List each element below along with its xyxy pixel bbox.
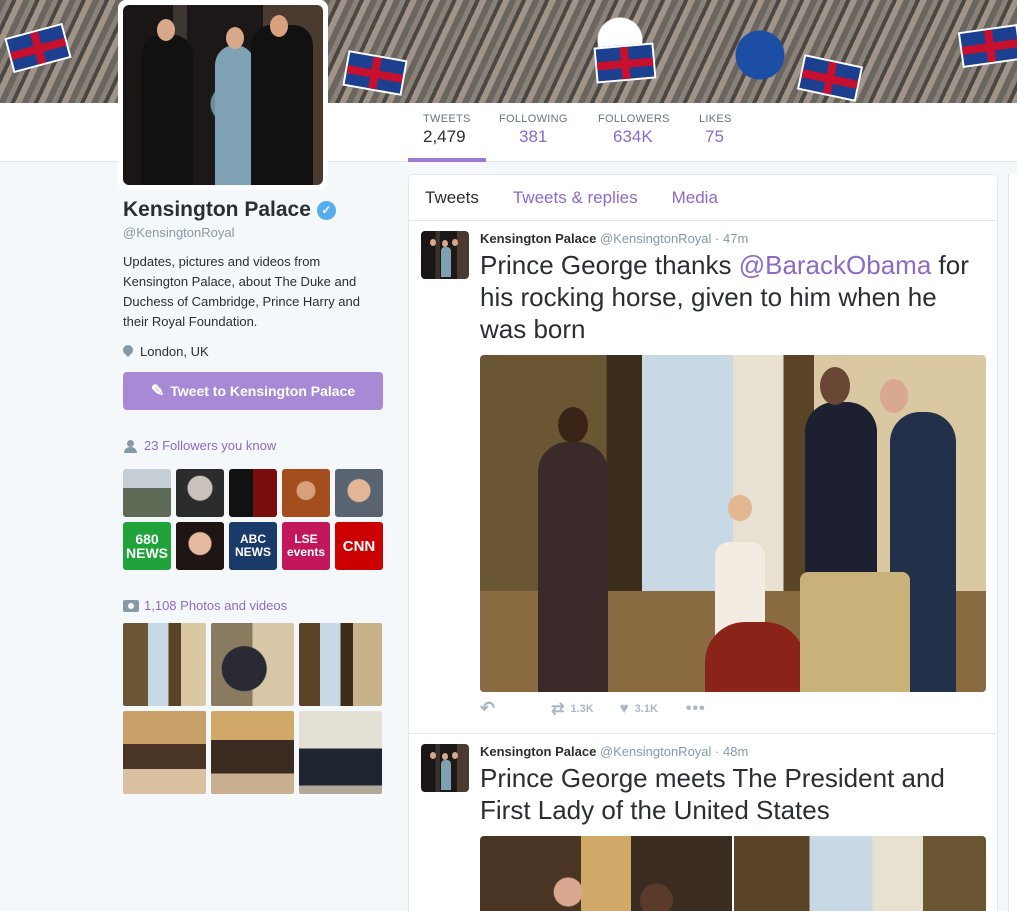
tweet-author-name[interactable]: Kensington Palace: [480, 744, 596, 759]
tweet-author-handle[interactable]: @KensingtonRoyal: [600, 231, 711, 246]
follower-avatar[interactable]: CNN: [335, 522, 383, 570]
followers-you-know-label: 23 Followers you know: [144, 438, 277, 453]
tweet-header: Kensington Palace @KensingtonRoyal · 48m: [480, 744, 748, 759]
tweet-text: Prince George meets The President and Fi…: [480, 763, 945, 825]
tweet[interactable]: Kensington Palace @KensingtonRoyal · 47m…: [409, 221, 997, 734]
photo-thumbnail[interactable]: [299, 711, 382, 794]
photo-thumbnail[interactable]: [123, 711, 206, 794]
stat-tweets[interactable]: TWEETS 2,479: [408, 113, 486, 162]
retweet-button[interactable]: ⇄ 1.3K: [551, 699, 594, 719]
photos-videos-label: 1,108 Photos and videos: [144, 598, 288, 613]
like-count: 3.1K: [634, 702, 658, 715]
tab-tweets-and-replies[interactable]: Tweets & replies: [513, 188, 638, 208]
follower-avatar[interactable]: [335, 469, 383, 517]
profile-handle[interactable]: @KensingtonRoyal: [123, 225, 388, 240]
tab-tweets[interactable]: Tweets: [425, 188, 479, 208]
photo-thumbnail[interactable]: [211, 623, 294, 706]
camera-icon: [123, 599, 139, 612]
follower-avatar[interactable]: [176, 522, 224, 570]
stat-label: LIKES: [699, 113, 732, 125]
photos-grid: [123, 623, 382, 794]
stat-value: 75: [705, 127, 724, 146]
tweet-photo[interactable]: [480, 836, 986, 911]
tweet-to-label: Tweet to Kensington Palace: [170, 383, 356, 399]
follower-avatar[interactable]: [229, 469, 277, 517]
profile-card: Kensington Palace ✓ @KensingtonRoyal Upd…: [123, 198, 388, 453]
follower-avatar[interactable]: LSE events: [282, 522, 330, 570]
pin-icon: [123, 345, 133, 359]
follower-avatar[interactable]: ABC NEWS: [229, 522, 277, 570]
tweet-actions: ↶ ⇄ 1.3K ♥ 3.1K •••: [480, 698, 706, 719]
tweet-timestamp[interactable]: · 48m: [715, 744, 748, 759]
tweet[interactable]: Kensington Palace @KensingtonRoyal · 48m…: [409, 734, 997, 911]
photo-part: [480, 836, 732, 911]
timeline-tabs: Tweets Tweets & replies Media: [409, 175, 997, 221]
follower-logo-text: ABC NEWS: [235, 532, 271, 559]
stat-value: 381: [519, 127, 548, 146]
photo-scene: [480, 355, 986, 692]
stat-likes[interactable]: LIKES 75: [699, 113, 732, 147]
quill-icon: ✎: [150, 383, 165, 400]
tweet-avatar[interactable]: [421, 744, 469, 792]
banner-flag: [342, 50, 408, 96]
banner-flag: [796, 54, 864, 102]
photo-thumbnail[interactable]: [211, 711, 294, 794]
tweet-timestamp[interactable]: · 47m: [715, 231, 748, 246]
stat-label: TWEETS: [423, 113, 471, 125]
followers-you-know-link[interactable]: 23 Followers you know: [123, 438, 388, 453]
tweet-text-part: Prince George thanks: [480, 250, 739, 280]
follower-logo-text: LSE events: [286, 532, 326, 559]
profile-name[interactable]: Kensington Palace: [123, 198, 311, 222]
tweet-avatar[interactable]: [421, 231, 469, 279]
photo-thumbnail[interactable]: [299, 623, 382, 706]
tweet-to-button[interactable]: ✎ Tweet to Kensington Palace: [123, 372, 383, 410]
banner-flag: [593, 42, 657, 84]
followers-grid: 680 NEWS ABC NEWS LSE events CNN: [123, 469, 383, 570]
profile-bio: Updates, pictures and videos from Kensin…: [123, 254, 360, 329]
follower-avatar[interactable]: 680 NEWS: [123, 522, 171, 570]
stat-label: FOLLOWERS: [598, 113, 670, 125]
photo-part: [734, 836, 986, 911]
profile-name-row: Kensington Palace ✓: [123, 198, 388, 222]
reply-button[interactable]: ↶: [480, 698, 495, 719]
tab-media[interactable]: Media: [672, 188, 718, 208]
stat-followers[interactable]: FOLLOWERS 634K: [598, 113, 670, 147]
verified-badge-icon: ✓: [316, 200, 336, 220]
more-icon: •••: [685, 699, 706, 717]
tweet-mention-link[interactable]: @BarackObama: [739, 250, 932, 280]
like-button[interactable]: ♥ 3.1K: [620, 700, 658, 717]
tweet-author-handle[interactable]: @KensingtonRoyal: [600, 744, 711, 759]
profile-location: London, UK: [123, 344, 388, 359]
photos-videos-link[interactable]: 1,108 Photos and videos: [123, 598, 287, 613]
tweet-text: Prince George thanks @BarackObama for hi…: [480, 249, 980, 345]
follower-avatar[interactable]: [176, 469, 224, 517]
follower-avatar[interactable]: [282, 469, 330, 517]
stat-value: 2,479: [423, 127, 466, 146]
tweet-header: Kensington Palace @KensingtonRoyal · 47m: [480, 231, 748, 246]
timeline: Tweets Tweets & replies Media Kensington…: [408, 174, 998, 911]
follower-logo-text: 680 NEWS: [126, 531, 168, 561]
retweet-icon: ⇄: [551, 700, 565, 718]
stat-label: FOLLOWING: [499, 113, 568, 125]
banner-flag: [957, 23, 1017, 69]
heart-icon: ♥: [619, 700, 629, 717]
right-column-edge: [1008, 174, 1017, 911]
more-button[interactable]: •••: [686, 700, 706, 718]
location-text: London, UK: [140, 344, 209, 359]
stat-value: 634K: [613, 127, 653, 146]
profile-avatar[interactable]: [118, 0, 328, 190]
stat-following[interactable]: FOLLOWING 381: [499, 113, 568, 147]
banner-flag: [4, 22, 72, 74]
follower-logo-text: CNN: [342, 537, 376, 555]
follower-avatar[interactable]: [123, 469, 171, 517]
avatar-photo: [123, 5, 323, 185]
tweet-author-name[interactable]: Kensington Palace: [480, 231, 596, 246]
photo-thumbnail[interactable]: [123, 623, 206, 706]
tweet-photo[interactable]: [480, 355, 986, 692]
retweet-count: 1.3K: [570, 702, 594, 715]
user-icon: [123, 439, 139, 453]
reply-icon: ↶: [480, 698, 496, 718]
